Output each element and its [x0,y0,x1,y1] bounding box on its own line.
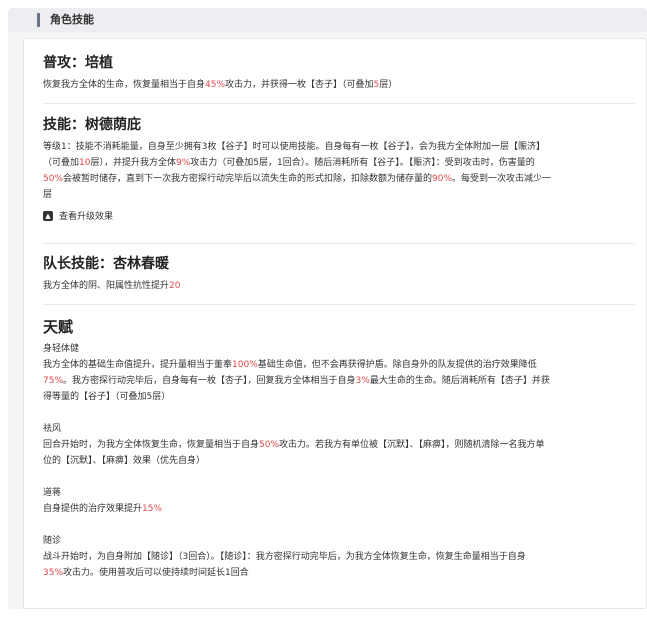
highlight-value: 45% [205,80,226,90]
skills-panel: 角色技能 普攻：培植 恢复我方全体的生命，恢复量相当于自身45%攻击力，并获得一… [8,8,647,609]
text: 会被暂时储存，直到下一次我方密探行动完毕后以流失生命的形式扣除，扣除数额为储存量… [63,174,433,184]
highlight-value: 3% [355,376,370,386]
panel-header: 角色技能 [8,8,647,32]
talent-title: 天赋 [43,318,74,336]
skill-desc-line1: 等级1：技能不消耗能量，自身至少拥有3枚【谷子】时可以使用技能。自身每有一枚【谷… [43,142,545,152]
highlight-value: 35% [43,568,64,578]
text: 恢复我方全体的生命，恢复量相当于自身 [43,80,206,90]
talent-item: 身轻体健 我方全体的基础生命值提升，提升量相当于董奉100%基础生命值，但不会再… [43,341,643,405]
leader-skill-title: 队长技能：杏林春暖 [43,256,169,272]
talent-desc-line: 自身提供的治疗效果提升15% [43,501,643,517]
talent-name: 祛风 [43,424,62,434]
expand-icon: ▲ [43,210,53,221]
text: 。我方密探行动完毕后，自身每有一枚【杏子】，回复我方全体相当于自身 [63,376,356,386]
skill-desc-line4: 层 [43,190,53,200]
text: 最大生命的生命。随后消耗所有【杏子】并获 [369,376,550,386]
normal-attack-section: 普攻：培植 恢复我方全体的生命，恢复量相当于自身45%攻击力，并获得一枚【杏子】… [43,53,643,93]
highlight-value: 10 [79,158,91,168]
talent-item: 道蒋 自身提供的治疗效果提升15% [43,485,643,517]
leader-skill-desc: 我方全体的阴、阳属性抗性提升20 [43,278,643,294]
skill-title: 技能：树德荫庇 [43,117,141,133]
talent-name: 随诊 [43,536,62,546]
talent-desc-line: 回合开始时，为我方全体恢复生命，恢复量相当于自身50%攻击力。若我方有单位被【沉… [43,437,643,453]
highlight-value: 50% [259,440,280,450]
text: 攻击力。若我方有单位被【沉默】、【麻痹】，则随机清除一名我方单 [279,440,545,450]
text: 我方全体的基础生命值提升，提升量相当于董奉 [43,360,233,370]
talent-section: 天赋 身轻体健 我方全体的基础生命值提升，提升量相当于董奉100%基础生命值，但… [43,317,643,581]
talent-desc-line: 位的【沉默】、【麻痹】效果（优先自身） [43,456,206,466]
talent-desc-line: 战斗开始时，为自身附加【随诊】（3回合）。【随诊】：我方密探行动完毕后，为我方全… [43,552,526,562]
highlight-value: 20 [169,281,181,291]
talent-name: 道蒋 [43,488,62,498]
skill-section: 技能：树德荫庇 等级1：技能不消耗能量，自身至少拥有3枚【谷子】时可以使用技能。… [43,115,643,222]
highlight-value: 75% [43,376,64,386]
highlight-value: 15% [142,504,163,514]
text: 基础生命值，但不会再获得护盾。除自身外的队友提供的治疗效果降低 [257,360,537,370]
text: （可叠加 [43,158,80,168]
skill-desc-line3: 50%会被暂时储存，直到下一次我方密探行动完毕后以流失生命的形式扣除，扣除数额为… [43,171,643,187]
talent-name: 身轻体健 [43,344,80,354]
talent-desc-line: 35%攻击力。使用普攻后可以使持续时间延长1回合 [43,565,643,581]
text: 攻击力（可叠加5层，1回合）。随后消耗所有【谷子】。【赈济】：受到攻击时，伤害量… [190,158,535,168]
normal-attack-desc: 恢复我方全体的生命，恢复量相当于自身45%攻击力，并获得一枚【杏子】（可叠加5层… [43,77,643,93]
text: 攻击力，并获得一枚【杏子】（可叠加 [225,80,374,90]
skill-desc-line2: （可叠加10层），并提升我方全体9%攻击力（可叠加5层，1回合）。随后消耗所有【… [43,155,643,171]
talent-desc-line: 得等量的【谷子】（可叠加5层） [43,392,171,402]
text: 回合开始时，为我方全体恢复生命，恢复量相当于自身 [43,440,260,450]
talent-item: 随诊 战斗开始时，为自身附加【随诊】（3回合）。【随诊】：我方密探行动完毕后，为… [43,533,643,581]
text: 。每受到一次攻击减少一 [452,174,552,184]
text: 我方全体的阴、阳属性抗性提升 [43,281,170,291]
normal-attack-title: 普攻：培植 [43,55,113,71]
text: 层） [379,80,398,90]
view-upgrade-label: 查看升级效果 [59,212,114,222]
skills-card: 普攻：培植 恢复我方全体的生命，恢复量相当于自身45%攻击力，并获得一枚【杏子】… [23,38,647,609]
header-accent-bar [37,13,40,27]
text: 层），并提升我方全体 [90,158,176,168]
highlight-value: 50% [43,174,64,184]
panel-title: 角色技能 [50,13,94,26]
talent-item: 祛风 回合开始时，为我方全体恢复生命，恢复量相当于自身50%攻击力。若我方有单位… [43,421,643,469]
highlight-value: 9% [175,158,191,168]
divider [43,243,635,244]
view-upgrade-button[interactable]: ▲ 查看升级效果 [43,209,643,222]
leader-skill-section: 队长技能：杏林春暖 我方全体的阴、阳属性抗性提升20 [43,254,643,294]
divider [43,103,635,104]
talent-desc-line: 我方全体的基础生命值提升，提升量相当于董奉100%基础生命值，但不会再获得护盾。… [43,357,643,373]
divider [43,304,635,305]
highlight-value: 90% [432,174,453,184]
text: 自身提供的治疗效果提升 [43,504,143,514]
highlight-value: 100% [232,360,258,370]
text: 攻击力。使用普攻后可以使持续时间延长1回合 [63,568,249,578]
talent-desc-line: 75%。我方密探行动完毕后，自身每有一枚【杏子】，回复我方全体相当于自身3%最大… [43,373,643,389]
